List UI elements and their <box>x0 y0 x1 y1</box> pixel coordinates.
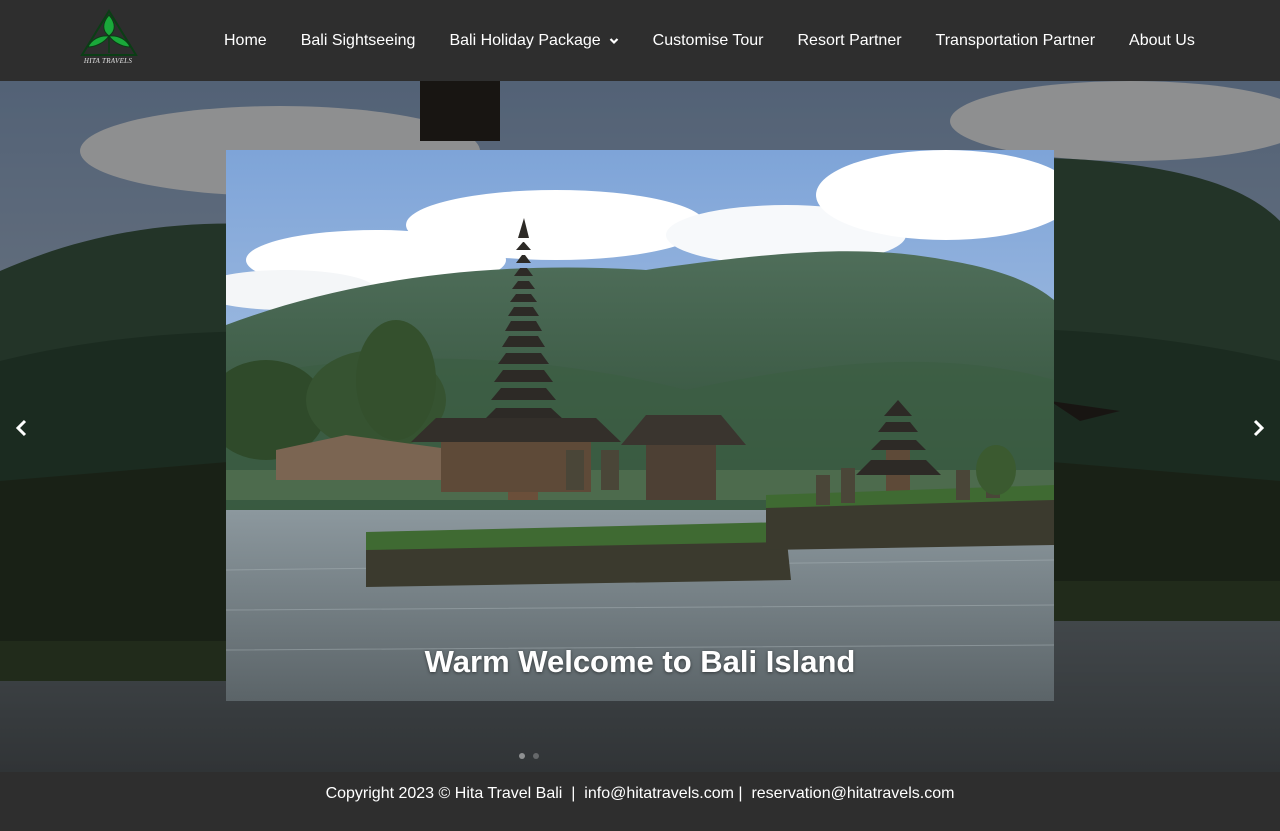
site-header: HITA TRAVELS Home Bali Sightseeing Bali … <box>0 0 1280 81</box>
chevron-down-icon <box>609 37 618 44</box>
nav-customise-tour[interactable]: Customise Tour <box>636 32 781 50</box>
slide-caption: Warm Welcome to Bali Island <box>424 644 856 679</box>
hero-slider: Warm Welcome to Bali Island <box>0 81 1280 772</box>
footer-email-info[interactable]: info@hitatravels.com <box>584 785 734 802</box>
footer-separator-1: | <box>571 785 576 802</box>
nav-customise-tour-label: Customise Tour <box>652 31 764 49</box>
nav-bali-sightseeing-label: Bali Sightseeing <box>300 31 416 49</box>
slide-image-ulun-danu-temple <box>226 150 1054 701</box>
nav-home-label: Home <box>224 31 267 49</box>
nav-bali-holiday-package-label: Bali Holiday Package <box>449 31 601 49</box>
main-nav: Home Bali Sightseeing Bali Holiday Packa… <box>207 0 1212 81</box>
nav-about-us[interactable]: About Us <box>1112 32 1212 50</box>
nav-bali-sightseeing[interactable]: Bali Sightseeing <box>284 32 433 50</box>
logo-text: HITA TRAVELS <box>83 57 133 65</box>
site-footer: Copyright 2023 © Hita Travel Bali | info… <box>0 772 1280 831</box>
slider-dot-1[interactable] <box>519 753 525 759</box>
footer-copyright: Copyright 2023 © Hita Travel Bali <box>325 785 563 802</box>
chevron-right-icon[interactable] <box>1246 416 1270 440</box>
nav-transportation-partner-label: Transportation Partner <box>935 31 1096 49</box>
slide-active: Warm Welcome to Bali Island <box>226 150 1054 701</box>
footer-email-reservation[interactable]: reservation@hitatravels.com <box>751 785 954 802</box>
footer-separator-2: | <box>738 785 743 802</box>
footer-text: Copyright 2023 © Hita Travel Bali | info… <box>0 785 1280 803</box>
nav-bali-holiday-package[interactable]: Bali Holiday Package <box>432 32 635 50</box>
nav-about-us-label: About Us <box>1129 31 1195 49</box>
nav-resort-partner-label: Resort Partner <box>797 31 902 49</box>
slider-pagination <box>519 753 539 759</box>
nav-home[interactable]: Home <box>207 32 284 50</box>
chevron-left-icon[interactable] <box>10 416 34 440</box>
nav-transportation-partner[interactable]: Transportation Partner <box>919 32 1112 50</box>
slider-dot-2[interactable] <box>533 753 539 759</box>
nav-resort-partner[interactable]: Resort Partner <box>781 32 919 50</box>
